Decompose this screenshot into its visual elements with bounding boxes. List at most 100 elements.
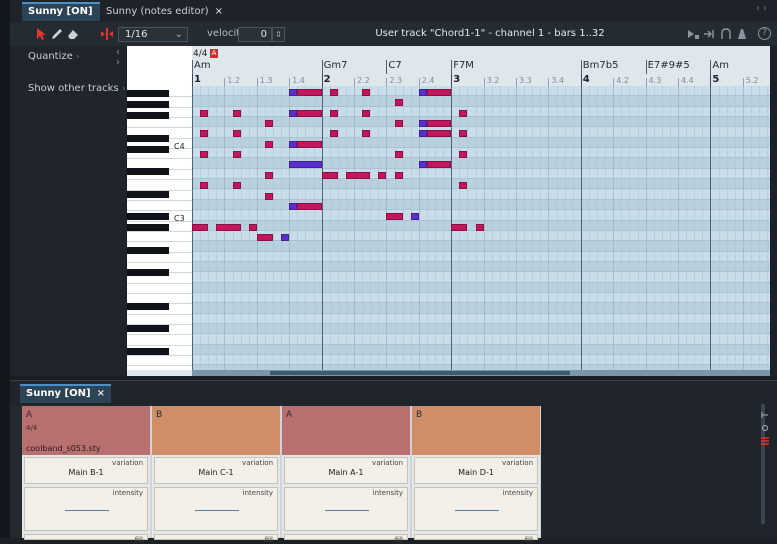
midi-note[interactable] (264, 171, 273, 179)
metronome-icon[interactable] (735, 27, 749, 41)
chord-symbol[interactable]: Am (194, 60, 211, 71)
midi-note[interactable] (200, 151, 209, 159)
midi-note[interactable] (297, 89, 322, 96)
midi-note[interactable] (394, 99, 403, 107)
playback-point-icon[interactable] (100, 27, 114, 41)
black-key[interactable] (127, 112, 169, 120)
midi-note[interactable] (426, 161, 452, 169)
quantize-menu[interactable]: Quantize › (28, 51, 80, 62)
tab-scroll-arrows[interactable]: ‹ › (756, 3, 767, 14)
midi-note[interactable] (378, 171, 387, 179)
midi-note[interactable] (475, 223, 484, 231)
part-header[interactable]: A (282, 406, 410, 455)
black-key[interactable] (127, 269, 169, 277)
rhythm-part[interactable]: Avariation Main A-1 intensity fill (282, 406, 412, 544)
close-icon[interactable]: × (215, 6, 223, 17)
midi-note[interactable] (418, 120, 427, 128)
rhythm-part[interactable]: Bvariation Main C-1 intensity fill (152, 406, 282, 544)
tab-notes-editor[interactable]: Sunny (notes editor) × (100, 2, 229, 21)
midi-note[interactable] (289, 202, 298, 210)
chord-symbol[interactable]: Am (712, 60, 729, 71)
midi-note[interactable] (289, 161, 322, 169)
midi-note[interactable] (232, 182, 241, 190)
black-key[interactable] (127, 90, 169, 97)
snap-icon[interactable] (703, 27, 717, 41)
variation-cell[interactable]: variation Main B-1 (24, 457, 148, 484)
fill-cell[interactable]: fill (24, 534, 148, 544)
variation-cell[interactable]: variation Main A-1 (284, 457, 408, 484)
midi-note[interactable] (345, 171, 371, 179)
midi-note[interactable] (362, 109, 371, 117)
midi-note[interactable] (459, 182, 468, 190)
part-header[interactable]: B (152, 406, 280, 455)
rhythm-part[interactable]: Bvariation Main D-1 intensity fill (412, 406, 542, 544)
midi-note[interactable] (426, 89, 452, 96)
note-grid[interactable] (192, 86, 770, 376)
timeline-ruler[interactable]: 4/4 A 1 2 3 4 5 1.2 1.3 1.4 2.2 2.3 2.4 3.2 3.3 3.4 4.… (192, 46, 770, 86)
tab-song-structure-bottom[interactable]: Sunny [ON] × (20, 384, 111, 403)
black-key[interactable] (127, 302, 169, 310)
intensity-cell[interactable]: intensity (414, 487, 538, 531)
intensity-cell[interactable]: intensity (24, 487, 148, 531)
midi-note[interactable] (329, 109, 338, 117)
black-key[interactable] (127, 224, 169, 232)
piano-keyboard[interactable]: C4 C3 (127, 86, 192, 377)
velocity-input[interactable]: 0 (238, 27, 272, 42)
midi-note[interactable] (329, 130, 338, 138)
midi-note[interactable] (418, 89, 427, 96)
section-marker[interactable]: A (210, 49, 218, 58)
midi-note[interactable] (459, 151, 468, 159)
midi-note[interactable] (386, 213, 403, 221)
midi-note[interactable] (200, 182, 209, 190)
close-icon[interactable]: × (97, 388, 105, 399)
midi-note[interactable] (362, 130, 371, 138)
chord-symbol[interactable]: Bm7b5 (583, 60, 619, 71)
fill-cell[interactable]: fill (284, 534, 408, 544)
variation-cell[interactable]: variation Main C-1 (154, 457, 278, 484)
side-tools-icon[interactable] (760, 410, 770, 450)
midi-note[interactable] (289, 89, 298, 96)
midi-note[interactable] (256, 233, 273, 241)
chord-symbol[interactable]: C7 (388, 60, 401, 71)
midi-note[interactable] (459, 130, 468, 138)
black-key[interactable] (127, 146, 169, 153)
fill-cell[interactable]: fill (414, 534, 538, 544)
variation-cell[interactable]: variation Main D-1 (414, 457, 538, 484)
midi-note[interactable] (362, 89, 371, 96)
rhythm-part[interactable]: A 4/4 coolband_s053.sty variation Main B-1 in… (22, 406, 152, 544)
intensity-cell[interactable]: intensity (154, 487, 278, 531)
midi-note[interactable] (426, 120, 452, 128)
midi-note[interactable] (232, 109, 241, 117)
midi-note[interactable] (289, 140, 298, 148)
black-key[interactable] (127, 134, 169, 142)
eraser-icon[interactable] (66, 27, 80, 41)
midi-note[interactable] (426, 130, 452, 138)
midi-note[interactable] (281, 233, 290, 241)
midi-note[interactable] (451, 223, 468, 231)
midi-note[interactable] (459, 109, 468, 117)
velocity-spinner[interactable]: ⇕ (272, 27, 285, 42)
midi-note[interactable] (289, 109, 298, 117)
black-key[interactable] (127, 168, 169, 176)
part-header[interactable]: B (412, 406, 540, 455)
black-key[interactable] (127, 246, 169, 254)
midi-note[interactable] (192, 223, 209, 231)
pencil-icon[interactable] (50, 27, 64, 41)
chord-symbol[interactable]: E7#9#5 (648, 60, 690, 71)
midi-note[interactable] (200, 109, 209, 117)
black-key[interactable] (127, 213, 169, 221)
select-arrow-icon[interactable] (34, 27, 48, 41)
midi-note[interactable] (232, 151, 241, 159)
black-key[interactable] (127, 190, 169, 198)
midi-note[interactable] (394, 120, 403, 128)
midi-note[interactable] (418, 161, 427, 169)
midi-note[interactable] (200, 130, 209, 138)
part-header[interactable]: A 4/4 coolband_s053.sty (22, 406, 150, 455)
play-from-icon[interactable] (686, 27, 700, 41)
black-key[interactable] (127, 101, 169, 109)
black-key[interactable] (127, 347, 169, 355)
scrollbar-thumb[interactable] (270, 371, 570, 375)
panel-collapse-arrows[interactable]: ‹ › (116, 48, 120, 68)
midi-note[interactable] (264, 140, 273, 148)
intensity-cell[interactable]: intensity (284, 487, 408, 531)
